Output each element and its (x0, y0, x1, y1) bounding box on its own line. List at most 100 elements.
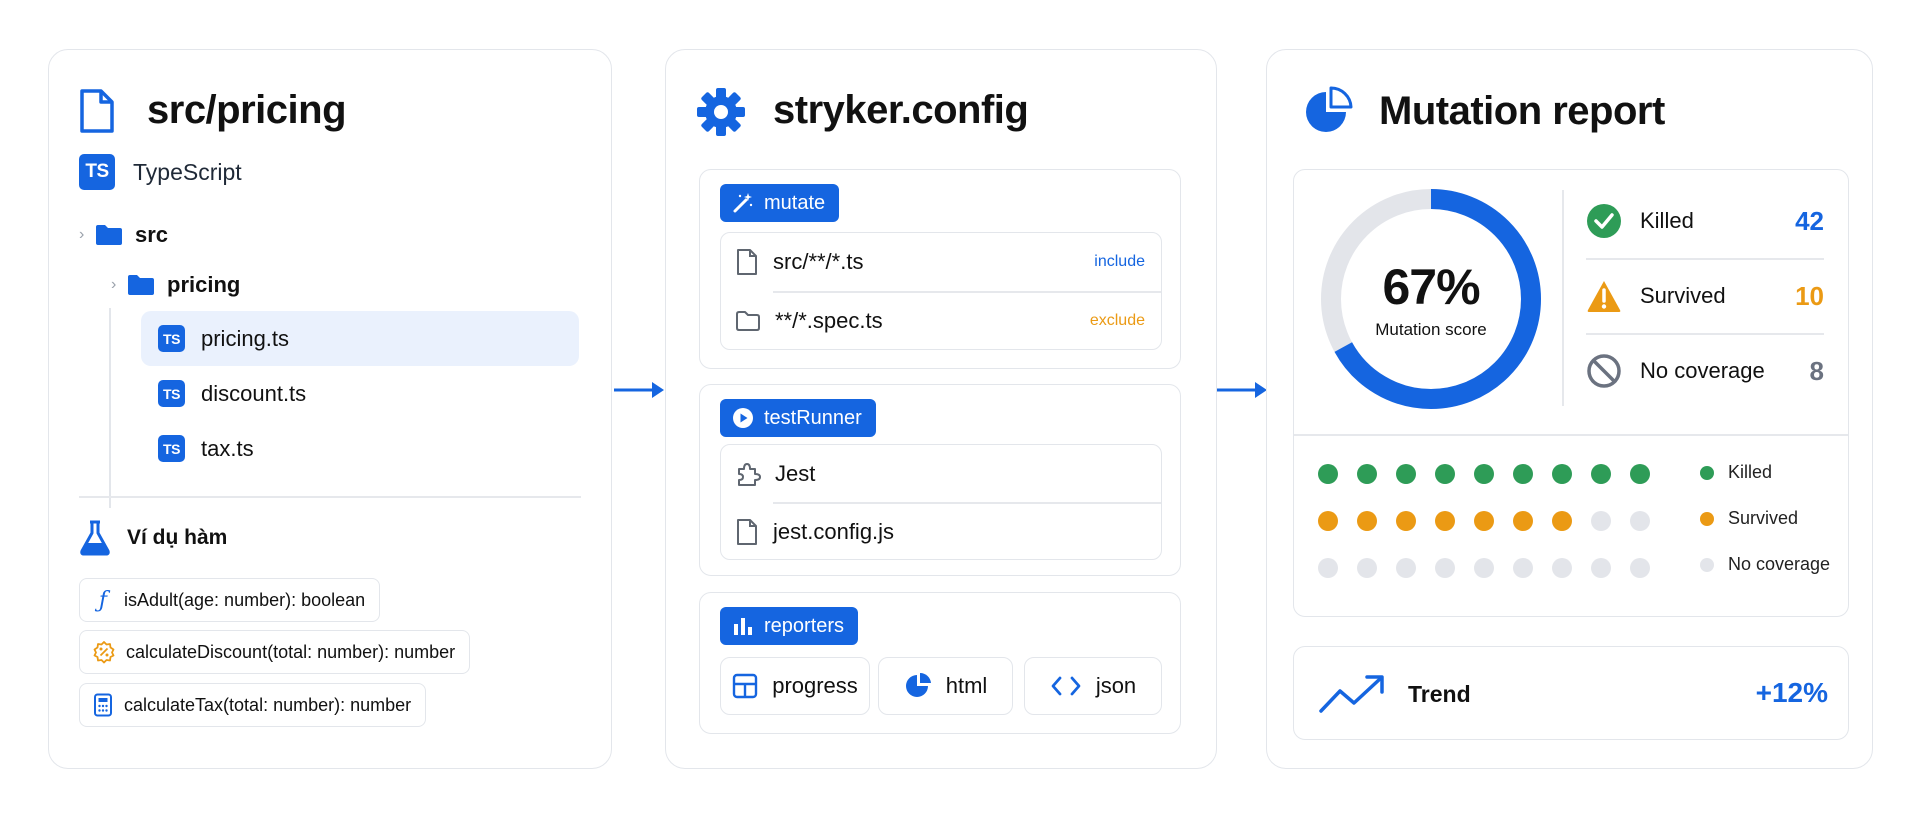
section-label: reporters (764, 614, 845, 637)
pie-icon (905, 672, 931, 697)
source-files-panel: src/pricing TS TypeScript › src › pricin… (48, 49, 612, 769)
mutate-tag: mutate (720, 184, 840, 222)
test-runner-row[interactable]: jest.config.js (721, 503, 1161, 561)
tree-file-row[interactable]: TS pricing.ts (141, 311, 579, 366)
file-name: discount.ts (201, 380, 307, 406)
mutant-dot (1474, 511, 1494, 531)
panel-title: stryker.config (773, 88, 1029, 132)
reporters-section: reporters progress html json (699, 592, 1181, 734)
tree-file-row[interactable]: TS tax.ts (141, 421, 579, 476)
tree-folder-src[interactable]: › src (79, 222, 168, 248)
reporter-label: progress (772, 673, 858, 698)
tree-file-row[interactable]: TS discount.ts (141, 366, 579, 421)
mutant-dot (1318, 558, 1338, 578)
test-runner-tag: testRunner (720, 399, 876, 437)
mutant-dot (1591, 511, 1611, 531)
typescript-icon: TS (79, 154, 115, 190)
function-chip[interactable]: calculateTax(total: number): number (79, 683, 427, 727)
folder-icon (736, 311, 760, 331)
mutant-dot (1630, 558, 1650, 578)
reporter-chip[interactable]: json (1024, 657, 1162, 715)
reporter-label: json (1095, 673, 1137, 698)
runner-value: jest.config.js (773, 519, 895, 544)
legend-swatch (1700, 465, 1714, 480)
mutant-dot (1474, 558, 1494, 578)
chevron-right-icon[interactable]: › (111, 276, 127, 294)
code-icon (1051, 676, 1081, 696)
pie-chart-icon (1306, 86, 1353, 132)
gear-icon (697, 88, 745, 136)
mutant-dot (1357, 558, 1377, 578)
file-icon (737, 519, 757, 545)
mutant-dot (1513, 464, 1533, 484)
mutant-dot (1435, 464, 1455, 484)
function-chip[interactable]: ƒ isAdult(age: number): boolean (79, 578, 381, 622)
mutate-section: mutate src/**/*.ts include **/*.spec.ts … (699, 169, 1181, 369)
legend-label: No coverage (1728, 554, 1831, 574)
stat-label: Survived (1640, 283, 1726, 308)
pattern-value: **/*.spec.ts (775, 308, 883, 333)
calculator-icon (94, 693, 112, 717)
file-icon (737, 249, 757, 275)
stryker-config-panel: stryker.config mutate src/**/*.ts includ… (665, 49, 1217, 769)
section-label: mutate (764, 191, 826, 214)
test-runner-list: Jest jest.config.js (720, 444, 1162, 560)
mutant-dot (1396, 511, 1416, 531)
mutant-dot (1552, 558, 1572, 578)
mutant-dot (1435, 558, 1455, 578)
prohibited-icon (1587, 354, 1621, 388)
trend-value: +12% (1755, 677, 1828, 708)
stat-value: 8 (1809, 355, 1824, 386)
stat-no-coverage: No coverage 8 (1586, 334, 1824, 408)
score-percent: 67% (1382, 259, 1480, 315)
reporter-label: html (945, 673, 988, 698)
mutant-dot (1513, 511, 1533, 531)
mutant-dot (1435, 511, 1455, 531)
folder-label: pricing (167, 272, 241, 297)
reporters-tag: reporters (720, 607, 859, 645)
typescript-icon: TS (158, 435, 185, 462)
panel-title: Mutation report (1379, 89, 1665, 133)
warning-icon (1587, 281, 1621, 312)
test-runner-row[interactable]: Jest (721, 445, 1161, 503)
score-readout: 67% Mutation score (1318, 186, 1544, 412)
mutant-dot (1552, 464, 1572, 484)
function-signature: calculateTax(total: number): number (124, 694, 412, 715)
typescript-icon: TS (158, 380, 185, 407)
stat-value: 42 (1795, 205, 1824, 236)
file-icon (80, 89, 114, 133)
legend-label: Survived (1728, 508, 1799, 528)
mutant-dot (1318, 511, 1338, 531)
function-chip[interactable]: calculateDiscount(total: number): number (79, 630, 471, 674)
section-label: testRunner (764, 406, 862, 429)
legend-swatch (1700, 511, 1714, 526)
mutation-report-panel: Mutation report 67% Mutation score Kille… (1266, 49, 1873, 769)
trend-card: Trend +12% (1293, 646, 1849, 740)
language-label: TypeScript (133, 158, 242, 185)
typescript-icon: TS (158, 325, 185, 352)
folder-icon (128, 275, 154, 295)
puzzle-icon (738, 463, 761, 486)
tree-folder-pricing[interactable]: › pricing (111, 272, 240, 298)
function-signature: isAdult(age: number): boolean (124, 589, 366, 610)
stat-survived: Survived 10 (1586, 259, 1824, 333)
vertical-divider (1562, 190, 1564, 406)
mutant-dot (1474, 464, 1494, 484)
mutate-pattern-row[interactable]: src/**/*.ts include (721, 233, 1161, 291)
mutant-dot (1630, 511, 1650, 531)
reporter-chip[interactable]: progress (720, 657, 870, 715)
magic-wand-icon (733, 193, 753, 213)
mutate-pattern-row[interactable]: **/*.spec.ts exclude (721, 292, 1161, 350)
legend-killed: Killed (1700, 462, 1772, 483)
test-runner-section: testRunner Jest jest.config.js (699, 384, 1181, 576)
mutant-dot (1357, 511, 1377, 531)
reporter-chip[interactable]: html (878, 657, 1013, 715)
runner-value: Jest (775, 461, 816, 486)
legend-survived: Survived (1700, 508, 1798, 529)
panel-title: src/pricing (147, 88, 347, 132)
chevron-right-icon[interactable]: › (79, 226, 95, 244)
flow-arrow-right-icon (612, 378, 668, 402)
table-icon (733, 673, 758, 699)
legend-label: Killed (1728, 462, 1773, 482)
section-divider (79, 496, 581, 498)
